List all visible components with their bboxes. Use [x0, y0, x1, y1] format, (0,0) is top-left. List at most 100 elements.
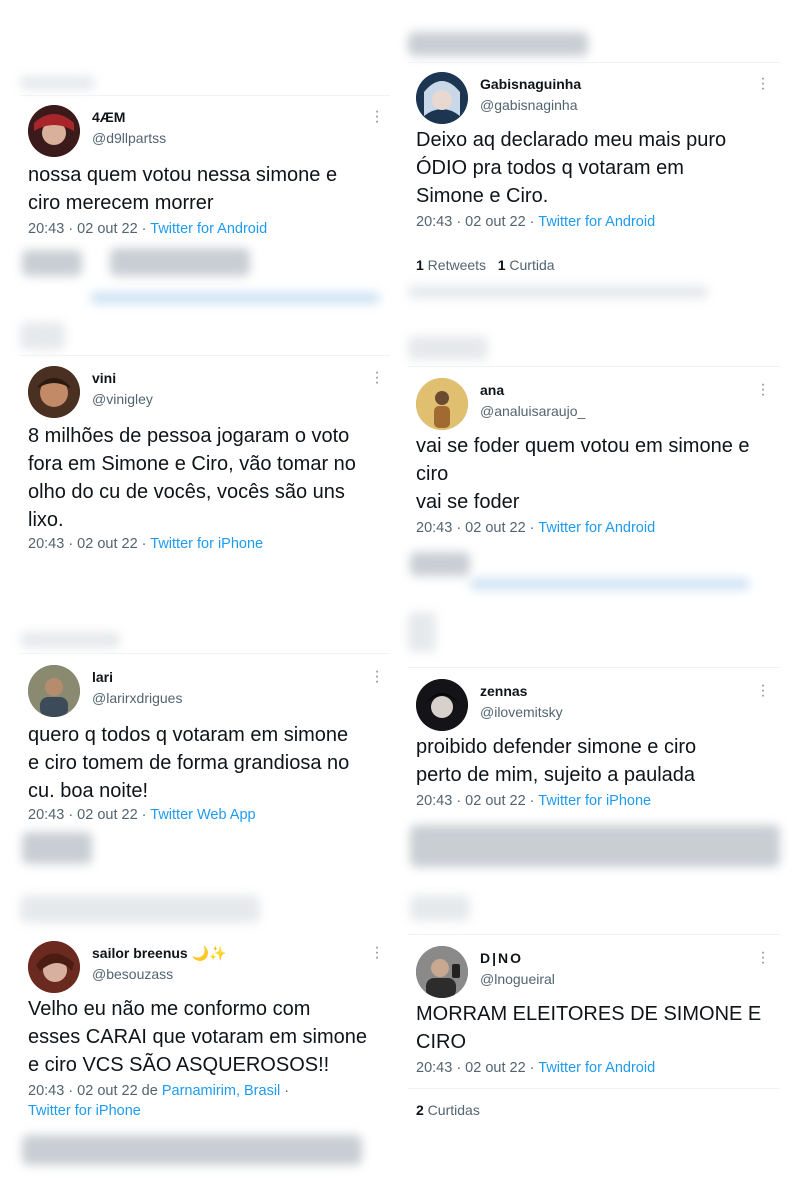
- avatar[interactable]: [416, 679, 468, 731]
- blurred-fragment: [20, 322, 65, 350]
- source-client-link[interactable]: Twitter for Android: [150, 221, 267, 237]
- user-handle[interactable]: @analuisaraujo_: [480, 403, 585, 419]
- tweet-meta: 20:43 · 02 out 22 · Twitter for Android: [28, 221, 267, 237]
- avatar[interactable]: [28, 941, 80, 993]
- timestamp: 20:43 · 02 out 22 ·: [416, 1060, 539, 1076]
- user-handle[interactable]: @d9llpartss: [92, 130, 166, 146]
- tweet-card[interactable]: Gabisnaguinha @gabisnaginha · · · Deixo aq…: [416, 71, 776, 277]
- avatar[interactable]: [28, 366, 80, 418]
- divider: [20, 355, 390, 356]
- likes-stat[interactable]: 2 Curtidas: [416, 1102, 480, 1118]
- timestamp: 20:43 · 02 out 22 ·: [28, 221, 151, 237]
- user-handle[interactable]: @besouzass: [92, 966, 173, 982]
- blurred-fragment: [90, 292, 380, 304]
- user-handle[interactable]: @vinigley: [92, 391, 153, 407]
- source-client-link[interactable]: Twitter for iPhone: [538, 793, 651, 809]
- tweet-meta: 20:43 · 02 out 22 · Twitter for Android: [416, 520, 655, 536]
- timestamp: 20:43 · 02 out 22 ·: [416, 793, 539, 809]
- tweet-meta: 20:43 · 02 out 22 de Parnamirim, Brasil …: [28, 1083, 290, 1099]
- more-options-icon[interactable]: · · ·: [758, 71, 768, 97]
- source-client-link[interactable]: Twitter for Android: [538, 214, 655, 230]
- divider: [408, 366, 780, 367]
- blurred-fragment: [410, 552, 470, 576]
- user-handle[interactable]: @gabisnaginha: [480, 97, 578, 113]
- tweet-card[interactable]: D|NO @lnogueiral · · · MORRAM ELEITORES DE…: [416, 945, 776, 1126]
- display-name[interactable]: lari: [92, 669, 113, 685]
- timestamp: 20:43 · 02 out 22 ·: [28, 536, 151, 552]
- user-handle[interactable]: @larirxdrigues: [92, 690, 182, 706]
- source-client-link[interactable]: Twitter for Android: [538, 520, 655, 536]
- tweet-text: vai se foder quem votou em simone e ciro…: [416, 435, 750, 513]
- tweet-text: quero q todos q votaram em simone e ciro…: [28, 724, 350, 802]
- more-options-icon[interactable]: · · ·: [758, 945, 768, 971]
- divider: [408, 934, 780, 935]
- location-link[interactable]: Parnamirim, Brasil: [162, 1083, 280, 1099]
- blurred-fragment: [22, 1135, 362, 1165]
- blurred-fragment: [110, 248, 250, 276]
- more-options-icon[interactable]: · · ·: [372, 365, 382, 391]
- blurred-fragment: [408, 612, 436, 652]
- blurred-fragment: [22, 250, 82, 276]
- blurred-fragment: [408, 32, 588, 56]
- tweet-card[interactable]: 4ÆM @d9llpartss · · · nossa quem votou nes…: [28, 104, 388, 245]
- tweet-meta: 20:43 · 02 out 22 · Twitter Web App: [28, 807, 256, 823]
- avatar[interactable]: [28, 665, 80, 717]
- divider: [20, 95, 390, 96]
- likes-stat[interactable]: 1 Curtida: [498, 257, 555, 273]
- user-handle[interactable]: @lnogueiral: [480, 971, 555, 987]
- display-name[interactable]: vini: [92, 370, 116, 386]
- tweet-meta: 20:43 · 02 out 22 · Twitter for Android: [416, 214, 655, 230]
- avatar[interactable]: [28, 105, 80, 157]
- more-options-icon[interactable]: · · ·: [372, 664, 382, 690]
- source-client-link[interactable]: Twitter Web App: [150, 807, 255, 823]
- tweet-text: MORRAM ELEITORES DE SIMONE E CIRO: [416, 1003, 762, 1053]
- blurred-fragment: [410, 825, 780, 867]
- tweet-meta: 20:43 · 02 out 22 · Twitter for iPhone: [416, 793, 651, 809]
- user-handle[interactable]: @ilovemitsky: [480, 704, 563, 720]
- display-name[interactable]: zennas: [480, 683, 527, 699]
- blurred-fragment: [408, 285, 708, 299]
- display-name[interactable]: D|NO: [480, 950, 523, 966]
- tweet-text: proibido defender simone e ciro perto de…: [416, 736, 697, 786]
- tweet-text: Deixo aq declarado meu mais puro ÓDIO pr…: [416, 129, 727, 207]
- more-options-icon[interactable]: · · ·: [758, 377, 768, 403]
- more-options-icon[interactable]: · · ·: [758, 678, 768, 704]
- source-client-link[interactable]: Twitter for iPhone: [28, 1103, 141, 1119]
- timestamp: 20:43 · 02 out 22 ·: [416, 214, 539, 230]
- blurred-fragment: [20, 76, 95, 90]
- avatar[interactable]: [416, 946, 468, 998]
- blurred-fragment: [20, 895, 260, 923]
- display-name[interactable]: 4ÆM: [92, 109, 125, 125]
- tweet-card[interactable]: ana @analuisaraujo_ · · · vai se foder que…: [416, 377, 776, 543]
- more-options-icon[interactable]: · · ·: [372, 104, 382, 130]
- display-name[interactable]: Gabisnaguinha: [480, 76, 581, 92]
- tweet-card[interactable]: sailor breenus 🌙✨ @besouzass · · · Velho e…: [28, 940, 388, 1126]
- retweets-stat[interactable]: 1 Retweets: [416, 257, 486, 273]
- tweet-meta-2: Twitter for iPhone: [28, 1103, 141, 1119]
- tweet-text: Velho eu não me conformo com esses CARAI…: [28, 998, 368, 1076]
- source-client-link[interactable]: Twitter for iPhone: [150, 536, 263, 552]
- avatar[interactable]: [416, 378, 468, 430]
- timestamp: 20:43 · 02 out 22 ·: [416, 520, 539, 536]
- timestamp: 20:43 · 02 out 22 de: [28, 1083, 162, 1099]
- tweet-meta: 20:43 · 02 out 22 · Twitter for iPhone: [28, 536, 263, 552]
- engagement-stats: 2 Curtidas: [416, 1102, 480, 1118]
- blurred-fragment: [408, 336, 488, 360]
- moon-sparkles-emoji: 🌙✨: [191, 945, 227, 961]
- tweet-card[interactable]: zennas @ilovemitsky · · · proibido defende…: [416, 678, 776, 819]
- tweet-card[interactable]: lari @larirxdrigues · · · quero q todos q …: [28, 664, 388, 830]
- blurred-fragment: [470, 578, 750, 590]
- display-name[interactable]: sailor breenus 🌙✨: [92, 945, 226, 962]
- engagement-stats: 1 Retweets 1 Curtida: [416, 257, 555, 273]
- more-options-icon[interactable]: · · ·: [372, 940, 382, 966]
- blurred-fragment: [20, 632, 120, 648]
- source-client-link[interactable]: Twitter for Android: [538, 1060, 655, 1076]
- avatar[interactable]: [416, 72, 468, 124]
- divider: [408, 667, 780, 668]
- tweet-card[interactable]: vini @vinigley · · · 8 milhões de pessoa j…: [28, 365, 388, 556]
- tweet-text: 8 milhões de pessoa jogaram o voto fora …: [28, 425, 356, 531]
- tweet-text: nossa quem votou nessa simone e ciro mer…: [28, 164, 338, 214]
- divider: [20, 653, 390, 654]
- display-name[interactable]: ana: [480, 382, 504, 398]
- blurred-fragment: [22, 832, 92, 864]
